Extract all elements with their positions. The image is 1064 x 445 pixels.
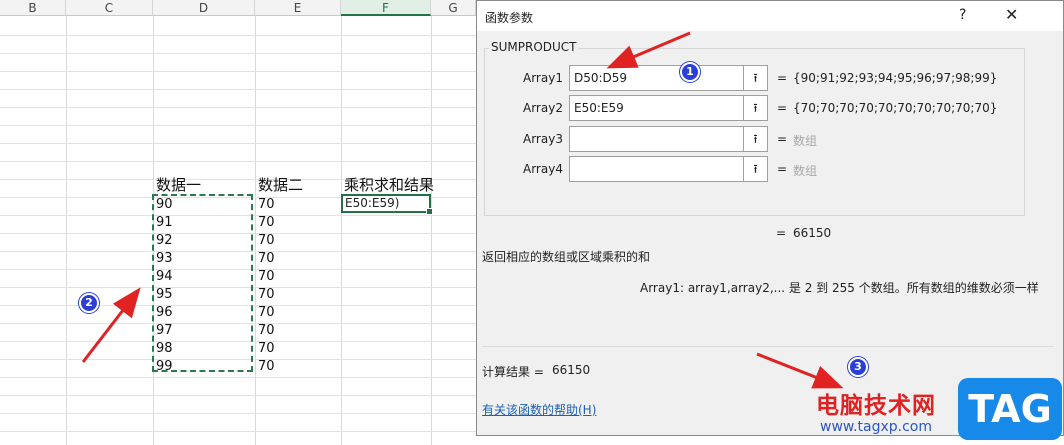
- arrow-1: [606, 31, 691, 69]
- step-badge-3: 3: [848, 357, 868, 377]
- arrow-3: [756, 352, 844, 389]
- watermark-text: 电脑技术网: [816, 393, 936, 419]
- step-badge-2: 2: [79, 293, 99, 313]
- watermark-logo: TAG: [958, 378, 1062, 440]
- step-badge-1: 1: [680, 62, 700, 82]
- watermark-url: www.tagxp.com: [820, 419, 932, 435]
- annotation-arrows: [81, 31, 844, 389]
